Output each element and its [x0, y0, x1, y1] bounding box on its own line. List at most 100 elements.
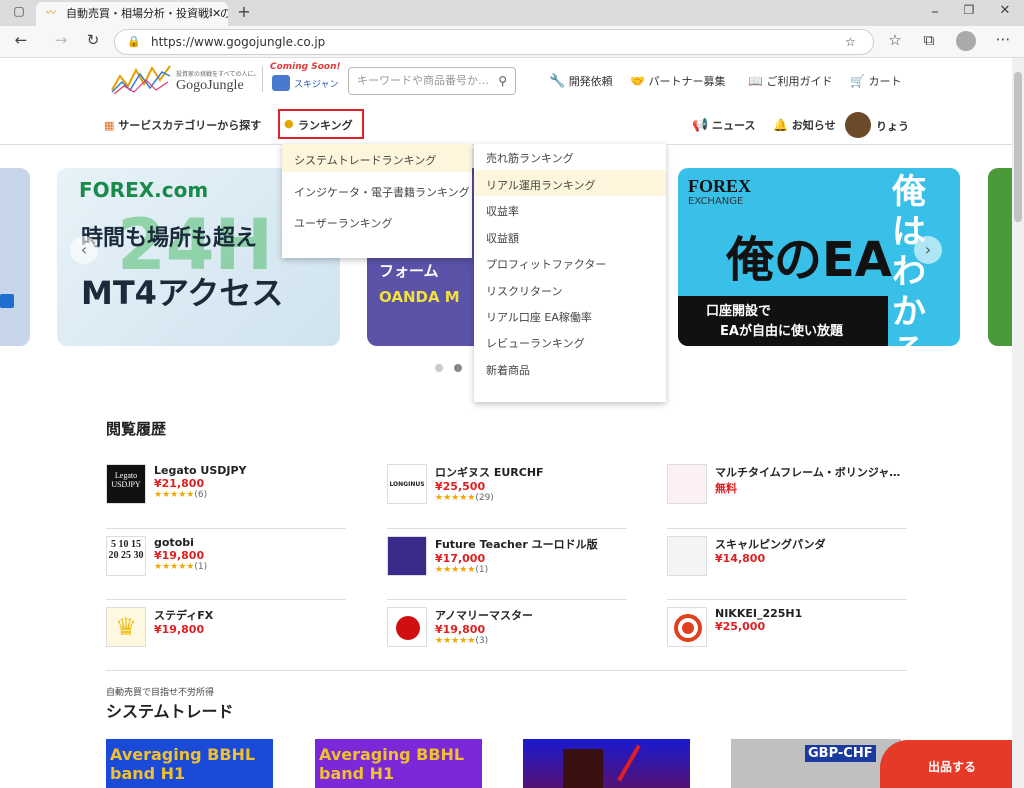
card4-title: GBP-CHF: [805, 745, 876, 762]
history-item-6[interactable]: ステディFX ¥19,800: [154, 607, 304, 636]
forex-com-logo: FOREX.com: [79, 178, 209, 202]
history-thumb-5[interactable]: [667, 536, 707, 576]
browser-tab[interactable]: 〰 自動売買・相場分析・投資戦略の ✕: [36, 2, 228, 26]
banner-next-partial[interactable]: [988, 168, 1012, 346]
banner-prev-partial[interactable]: [0, 168, 30, 346]
close-window-icon[interactable]: ✕: [994, 3, 1016, 18]
news-label: ニュース: [712, 119, 756, 132]
user-avatar[interactable]: [845, 112, 871, 138]
menu-risk-return[interactable]: リスクリターン: [486, 283, 562, 299]
search-icon[interactable]: ⚲: [498, 68, 507, 94]
history-item-2[interactable]: マルチタイムフレーム・ボリンジャー… 無料: [715, 464, 905, 496]
oanda-line2: OANDA M: [379, 288, 460, 306]
fx-big-text: 俺のEA: [726, 232, 892, 288]
favorites-icon[interactable]: ☆: [884, 31, 906, 49]
reload-icon[interactable]: ↻: [82, 31, 104, 49]
product-rating: ★★★★★(3): [435, 636, 489, 646]
sukijan-label[interactable]: スキジャン: [294, 77, 339, 90]
history-thumb-1[interactable]: LONGINUS: [387, 464, 427, 504]
history-item-5[interactable]: スキャルピングパンダ ¥14,800: [715, 536, 865, 565]
history-thumb-3[interactable]: 5 10 15 20 25 30: [106, 536, 146, 576]
url-field[interactable]: 🔒 https://www.gogojungle.co.jp ☆: [114, 29, 874, 55]
history-item-0[interactable]: Legato USDJPY ¥21,800 ★★★★★(6): [154, 464, 304, 500]
forward-icon[interactable]: →: [50, 31, 72, 49]
close-tab-icon[interactable]: ✕: [212, 2, 222, 26]
new-tab-icon[interactable]: +: [233, 2, 255, 21]
menu-profit-rate[interactable]: 収益率: [486, 203, 519, 219]
card2-title: Averaging BBHL band H1: [319, 745, 465, 783]
nav-dev-request[interactable]: 🔧 開発依頼: [549, 73, 613, 89]
menu-system-trade-ranking[interactable]: システムトレードランキング: [294, 152, 436, 168]
history-item-4[interactable]: Future Teacher ユーロドル版 ¥17,000 ★★★★★(1): [435, 536, 625, 575]
menu-bestseller-ranking[interactable]: 売れ筋ランキング: [486, 150, 574, 166]
minimize-icon[interactable]: –: [924, 2, 946, 20]
lock-icon: 🔒: [127, 35, 141, 48]
fx-caption-box: 口座開設で EAが自由に使い放題: [678, 296, 888, 346]
product-rating: ★★★★★(6): [154, 490, 208, 500]
menu-user-ranking[interactable]: ユーザーランキング: [294, 215, 392, 231]
systrade-card-3[interactable]: [523, 739, 690, 788]
row-divider: [667, 599, 907, 600]
history-thumb-6[interactable]: ♛: [106, 607, 146, 647]
user-name[interactable]: りょう: [876, 118, 909, 134]
news-link[interactable]: 📢 ニュース: [692, 117, 755, 133]
systrade-card-4[interactable]: GBP-CHF: [731, 739, 901, 788]
address-bar: ← → ↻ 🔒 https://www.gogojungle.co.jp ☆ ☆…: [0, 26, 1024, 58]
menu-ea-uptime[interactable]: リアル口座 EA稼働率: [486, 309, 592, 325]
gogojungle-logo-icon[interactable]: [110, 62, 172, 96]
menu-real-ranking[interactable]: リアル運用ランキング: [486, 177, 596, 193]
menu-indicator-ranking[interactable]: インジケータ・電子書籍ランキング: [294, 184, 470, 200]
menu-profit-amount[interactable]: 収益額: [486, 230, 519, 246]
page-scrollbar[interactable]: [1012, 58, 1024, 788]
restore-icon[interactable]: ❐: [958, 3, 980, 17]
back-icon[interactable]: ←: [10, 31, 32, 49]
nav-guide-label: ご利用ガイド: [766, 75, 833, 88]
notice-link[interactable]: 🔔 お知らせ: [773, 117, 836, 133]
product-name: スキャルピングパンダ: [715, 538, 826, 551]
menu-profit-factor[interactable]: プロフィットファクター: [486, 256, 606, 272]
nav-partner[interactable]: 🤝 パートナー募集: [630, 73, 725, 89]
product-price: ¥19,800: [154, 549, 205, 562]
search-input[interactable]: キーワードや商品番号か… ⚲: [348, 67, 516, 95]
more-menu-icon[interactable]: ⋯: [992, 30, 1014, 48]
collections-icon[interactable]: ⧉: [918, 31, 940, 49]
logo-text[interactable]: GogoJungle: [176, 78, 244, 94]
nav-cart[interactable]: 🛒 カート: [850, 73, 901, 89]
history-item-1[interactable]: ロンギヌス EURCHF ¥25,500 ★★★★★(29): [435, 464, 585, 503]
menu-new-products[interactable]: 新着商品: [486, 362, 530, 378]
systrade-card-2[interactable]: Averaging BBHL band H1: [315, 739, 482, 788]
product-price: ¥19,800: [154, 623, 205, 636]
nav-guide[interactable]: 📖 ご利用ガイド: [748, 73, 832, 89]
service-category-menu[interactable]: ▦ サービスカテゴリーから探す: [104, 117, 261, 133]
product-rating: ★★★★★(29): [435, 493, 494, 503]
history-thumb-7[interactable]: [387, 607, 427, 647]
systrade-subtitle: 自動売買で目指せ不労所得: [106, 688, 215, 698]
medal-icon: ●: [284, 117, 294, 130]
sell-button[interactable]: 出品する: [880, 740, 1012, 788]
carousel-prev-button[interactable]: ‹: [70, 236, 98, 264]
menu-review-ranking[interactable]: レビューランキング: [486, 335, 585, 351]
systrade-card-1[interactable]: Averaging BBHL band H1: [106, 739, 273, 788]
scrollbar-thumb[interactable]: [1014, 72, 1022, 222]
history-thumb-0[interactable]: Legato USDJPY: [106, 464, 146, 504]
favorite-add-icon[interactable]: ☆: [845, 30, 856, 54]
fx-exchange-label: EXCHANGE: [688, 196, 744, 207]
row-divider: [667, 528, 907, 529]
history-item-3[interactable]: gotobi ¥19,800 ★★★★★(1): [154, 536, 304, 572]
row-divider: [387, 528, 627, 529]
carousel-dot-1[interactable]: [435, 364, 443, 372]
fx-caption2: EAが自由に使い放題: [720, 324, 843, 339]
product-price: ¥14,800: [715, 552, 766, 565]
ranking-menu-button[interactable]: ● ランキング: [278, 109, 364, 139]
carousel-next-button[interactable]: ›: [914, 236, 942, 264]
history-thumb-8[interactable]: [667, 607, 707, 647]
history-item-8[interactable]: NIKKEI_225H1 ¥25,000: [715, 607, 865, 633]
logo-divider: [262, 66, 263, 92]
history-thumb-2[interactable]: [667, 464, 707, 504]
history-item-7[interactable]: アノマリーマスター ¥19,800 ★★★★★(3): [435, 607, 585, 646]
profile-icon[interactable]: [956, 31, 976, 51]
product-price: ¥19,800: [435, 623, 486, 636]
tab-actions-icon[interactable]: ▢: [8, 4, 30, 18]
history-thumb-4[interactable]: [387, 536, 427, 576]
carousel-dot-2[interactable]: [454, 364, 462, 372]
